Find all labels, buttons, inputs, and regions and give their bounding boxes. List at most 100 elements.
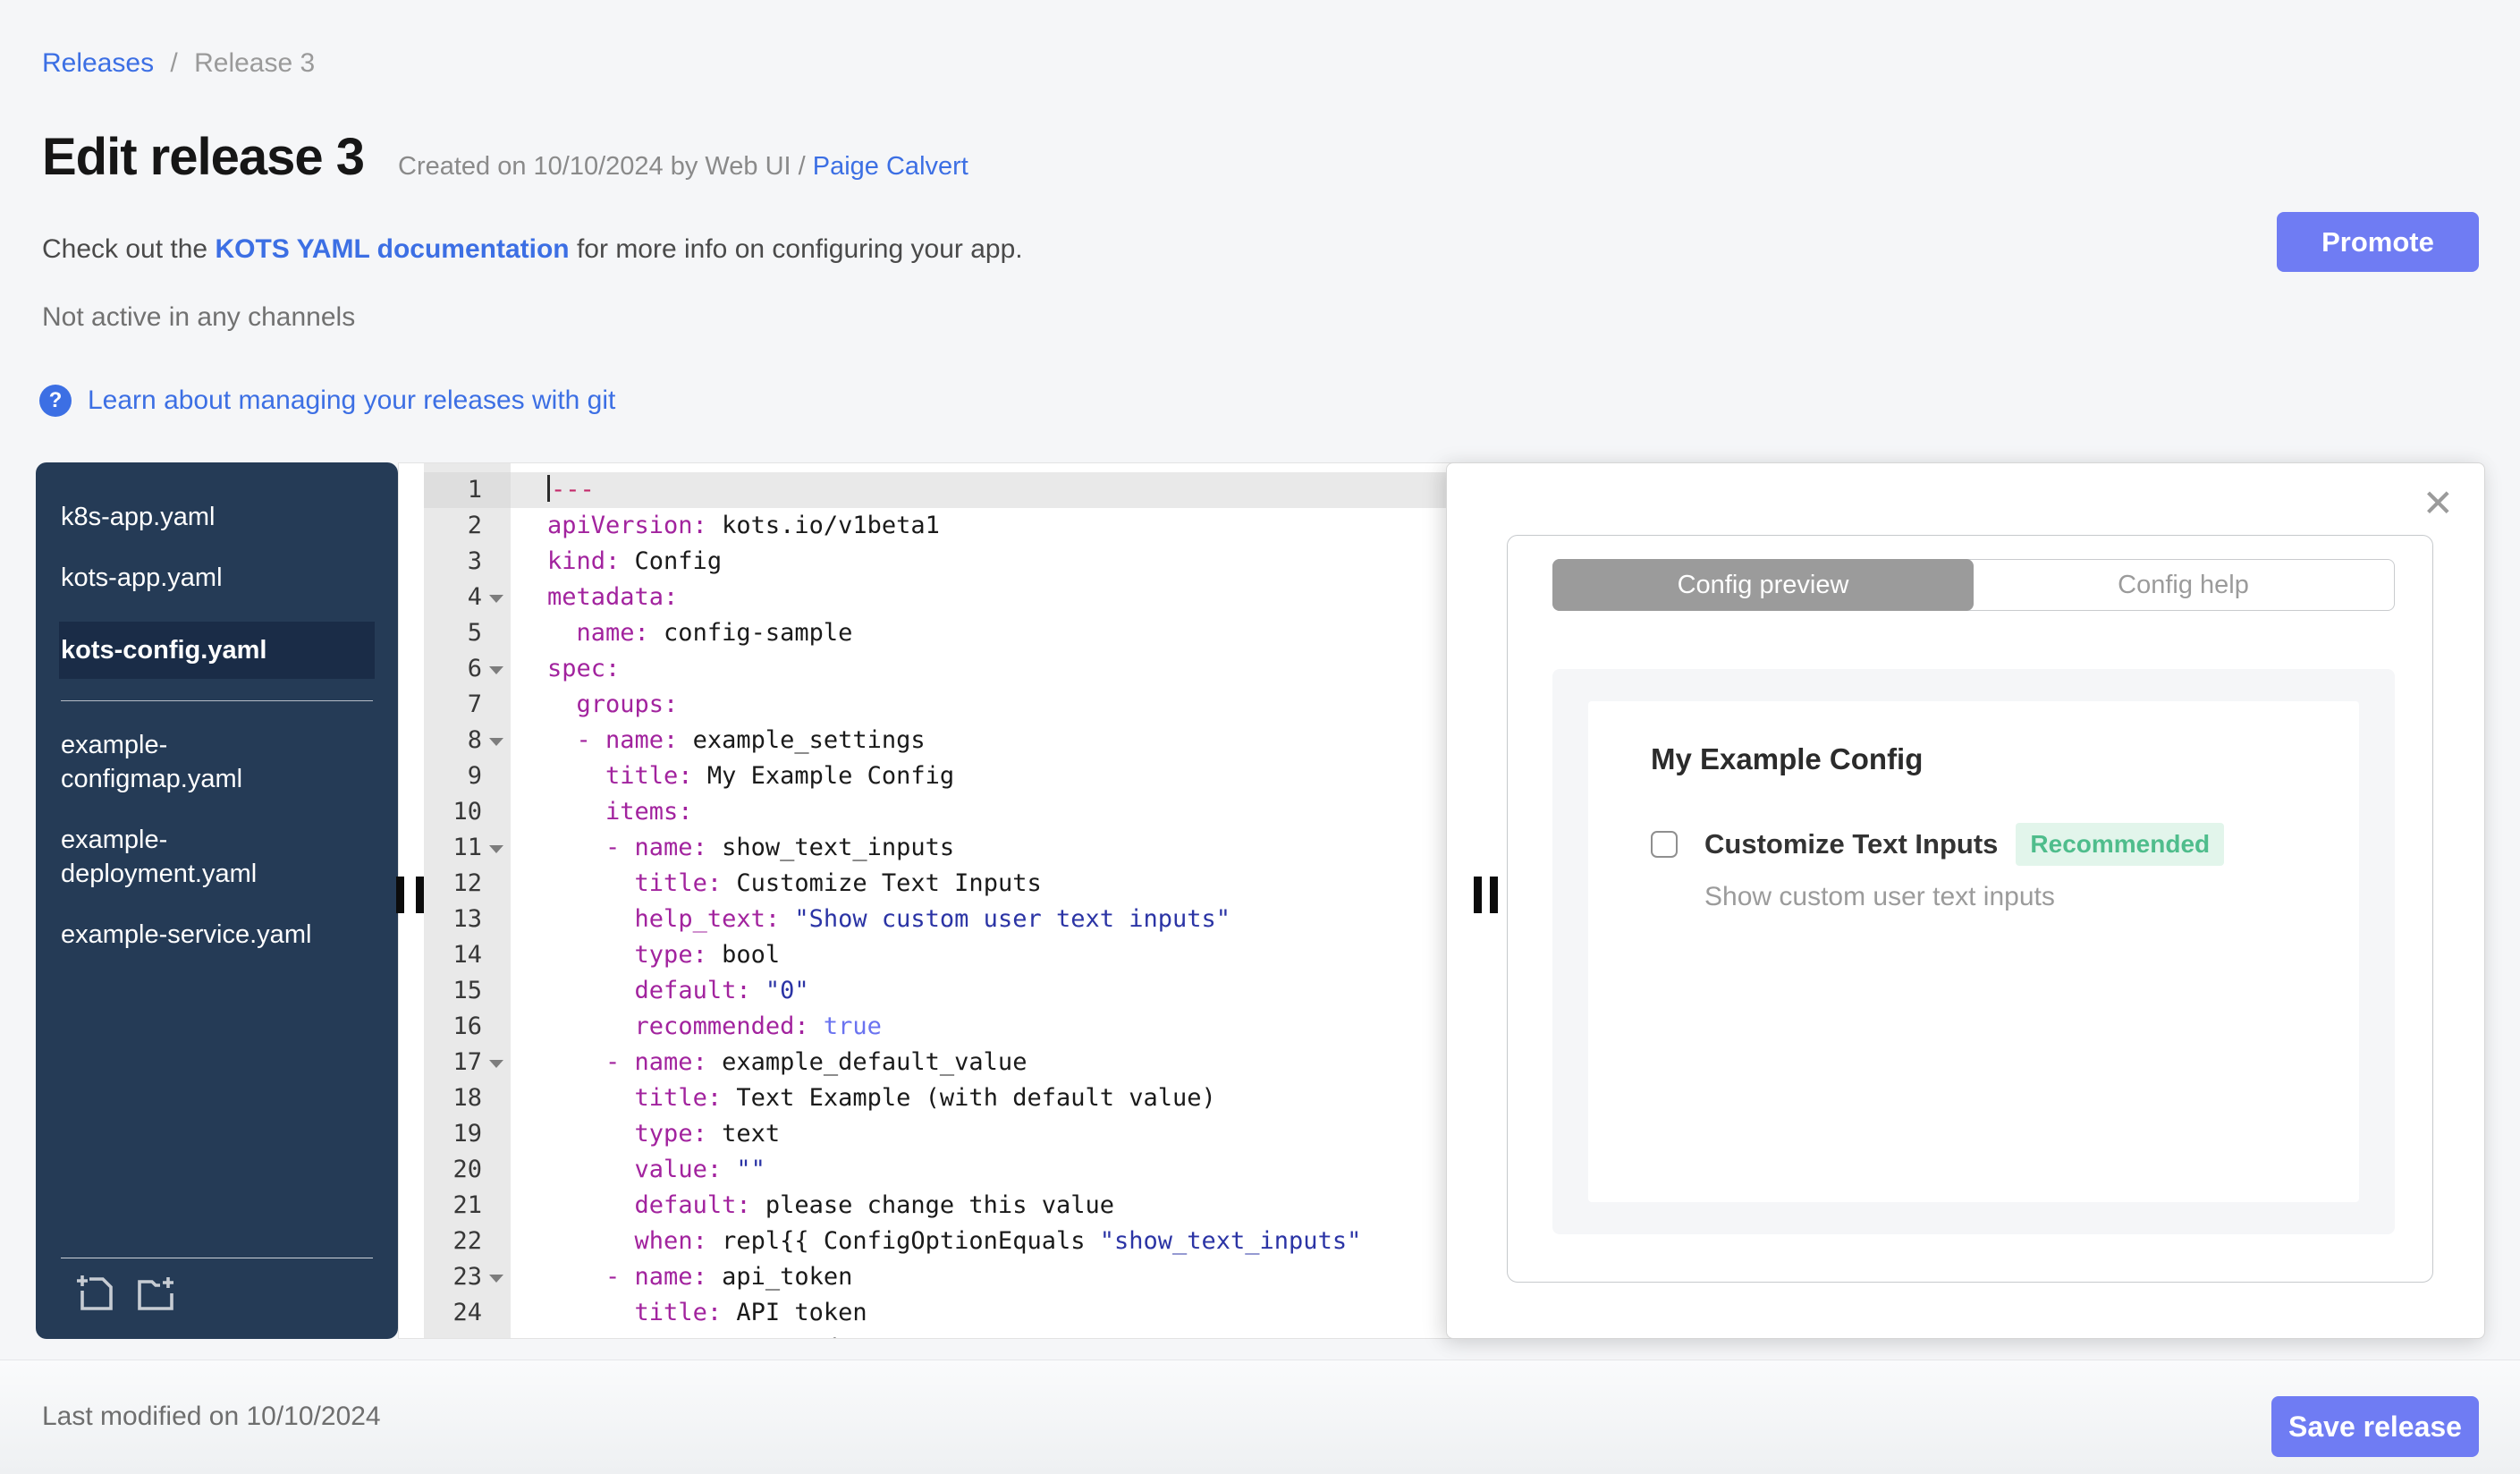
code-line[interactable]: 11 - name: show_text_inputs	[424, 830, 1481, 866]
line-number: 16	[424, 1009, 511, 1045]
code-text: when: repl{{ ConfigOptionEquals "show_te…	[634, 1227, 1362, 1255]
code-line[interactable]: 16 recommended: true	[424, 1009, 1481, 1045]
sidebar-drag-handle[interactable]	[396, 877, 404, 913]
code-line[interactable]: 25 type: password	[424, 1331, 1481, 1338]
fold-arrow-icon[interactable]	[489, 845, 503, 853]
code-line[interactable]: 22 when: repl{{ ConfigOptionEquals "show…	[424, 1224, 1481, 1259]
code-line[interactable]: 8 - name: example_settings	[424, 723, 1481, 758]
release-editor-page: Releases / Release 3 Edit release 3 Crea…	[0, 0, 2520, 1474]
line-number: 24	[424, 1295, 511, 1331]
code-text: kind: Config	[547, 547, 723, 575]
code-line[interactable]: 5 name: config-sample	[424, 615, 1481, 651]
new-file-icon[interactable]	[73, 1271, 116, 1314]
fold-arrow-icon[interactable]	[489, 1275, 503, 1283]
code-text: groups:	[576, 690, 679, 718]
breadcrumb-separator: /	[170, 48, 178, 78]
code-text: value: ""	[634, 1156, 765, 1183]
line-number: 7	[424, 687, 511, 723]
sidebar-drag-handle[interactable]	[416, 877, 424, 913]
code-line[interactable]: 2 apiVersion: kots.io/v1beta1	[424, 508, 1481, 544]
code-text: help_text: "Show custom user text inputs…	[634, 905, 1231, 933]
kots-yaml-doc-link[interactable]: KOTS YAML documentation	[215, 234, 569, 264]
fold-arrow-icon[interactable]	[489, 595, 503, 603]
tab-config-preview[interactable]: Config preview	[1552, 559, 1974, 611]
code-line[interactable]: 24 title: API token	[424, 1295, 1481, 1331]
code-line[interactable]: 6 spec:	[424, 651, 1481, 687]
code-line[interactable]: 18 title: Text Example (with default val…	[424, 1080, 1481, 1116]
code-text: recommended: true	[634, 1012, 882, 1040]
line-number: 1	[424, 472, 511, 508]
yaml-code-editor[interactable]: 1 --- 2 apiVersion: kots.io/v1beta1 3 kind: C…	[398, 462, 1482, 1339]
line-number: 2	[424, 508, 511, 544]
preview-drag-handle[interactable]	[1490, 877, 1498, 913]
doc-prefix: Check out the	[42, 234, 208, 264]
config-group-title: My Example Config	[1651, 742, 1924, 775]
sidebar-file-item[interactable]: example-deployment.yaml	[61, 823, 320, 891]
code-line[interactable]: 14 type: bool	[424, 937, 1481, 973]
code-line[interactable]: 19 type: text	[424, 1116, 1481, 1152]
close-icon[interactable]: ✕	[2423, 485, 2454, 522]
code-line[interactable]: 7 groups:	[424, 687, 1481, 723]
line-number: 6	[424, 651, 511, 687]
line-number: 22	[424, 1224, 511, 1259]
code-line[interactable]: 17 - name: example_default_value	[424, 1045, 1481, 1080]
fold-arrow-icon[interactable]	[489, 1060, 503, 1068]
code-line[interactable]: 20 value: ""	[424, 1152, 1481, 1188]
code-text: items:	[605, 798, 693, 826]
line-number: 10	[424, 794, 511, 830]
line-number: 18	[424, 1080, 511, 1116]
line-number: 20	[424, 1152, 511, 1188]
code-line[interactable]: 12 title: Customize Text Inputs	[424, 866, 1481, 902]
line-number: 23	[424, 1259, 511, 1295]
code-text: - name: example_default_value	[605, 1048, 1027, 1076]
sidebar-file-item[interactable]: example-configmap.yaml	[61, 728, 320, 796]
recommended-badge: Recommended	[2016, 823, 2225, 866]
text-cursor	[547, 475, 550, 502]
line-number: 9	[424, 758, 511, 794]
created-text: Created on 10/10/2024 by Web UI /	[398, 152, 806, 181]
sidebar-file-item[interactable]: k8s-app.yaml	[61, 500, 320, 534]
git-releases-link[interactable]: Learn about managing your releases with …	[88, 385, 615, 416]
doc-suffix: for more info on configuring your app.	[576, 234, 1023, 264]
config-item-row: Customize Text Inputs Recommended	[1651, 823, 2296, 866]
code-text: - name: api_token	[605, 1263, 853, 1291]
breadcrumb-releases-link[interactable]: Releases	[42, 48, 154, 78]
config-preview-panel: ✕ Config preview Config help My Example …	[1446, 462, 2485, 1339]
line-number: 4	[424, 580, 511, 615]
line-number: 13	[424, 902, 511, 937]
page-title: Edit release 3	[42, 128, 365, 186]
code-text: metadata:	[547, 583, 679, 611]
code-line[interactable]: 9 title: My Example Config	[424, 758, 1481, 794]
code-line[interactable]: 21 default: please change this value	[424, 1188, 1481, 1224]
code-text: apiVersion: kots.io/v1beta1	[547, 512, 940, 539]
promote-button[interactable]: Promote	[2277, 212, 2479, 272]
code-line[interactable]: 3 kind: Config	[424, 544, 1481, 580]
fold-arrow-icon[interactable]	[489, 666, 503, 674]
code-line[interactable]: 10 items:	[424, 794, 1481, 830]
created-info: Created on 10/10/2024 by Web UI / Paige …	[398, 152, 968, 182]
sidebar-file-item[interactable]: example-service.yaml	[61, 918, 320, 952]
git-help-row: ? Learn about managing your releases wit…	[39, 385, 615, 417]
sidebar-actions	[61, 1258, 373, 1323]
code-line[interactable]: 15 default: "0"	[424, 973, 1481, 1009]
code-text: type: password	[511, 1331, 1481, 1338]
line-number: 5	[424, 615, 511, 651]
code-line[interactable]: 23 - name: api_token	[424, 1259, 1481, 1295]
sidebar-file-item[interactable]: kots-app.yaml	[61, 561, 320, 595]
config-item-help: Show custom user text inputs	[1704, 882, 2055, 911]
config-item-label: Customize Text Inputs	[1704, 828, 1999, 860]
sidebar-file-item[interactable]: kots-config.yaml	[59, 622, 375, 679]
code-line[interactable]: 4 metadata:	[424, 580, 1481, 615]
code-line[interactable]: 1 ---	[424, 472, 1481, 508]
created-author-link[interactable]: Paige Calvert	[813, 152, 968, 181]
preview-drag-handle[interactable]	[1474, 877, 1482, 913]
save-release-button[interactable]: Save release	[2271, 1396, 2479, 1457]
code-line[interactable]: 13 help_text: "Show custom user text inp…	[424, 902, 1481, 937]
code-text: title: My Example Config	[605, 762, 955, 790]
new-folder-icon[interactable]	[134, 1271, 177, 1314]
fold-arrow-icon[interactable]	[489, 738, 503, 746]
footer-bar: Last modified on 10/10/2024 Save release	[0, 1360, 2520, 1474]
tab-config-help[interactable]: Config help	[1973, 560, 2394, 610]
customize-text-inputs-checkbox[interactable]	[1651, 831, 1678, 858]
code-text: default: please change this value	[634, 1191, 1114, 1219]
